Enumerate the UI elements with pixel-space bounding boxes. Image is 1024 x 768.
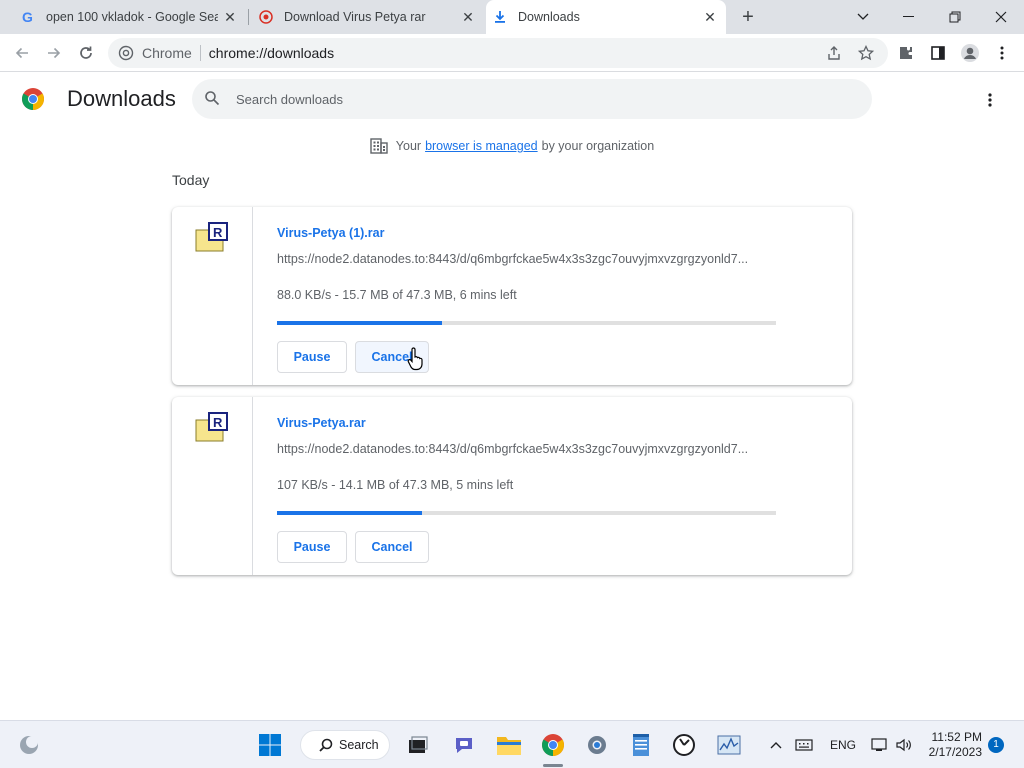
svg-text:R: R — [213, 225, 223, 240]
managed-suffix: by your organization — [541, 139, 655, 153]
building-icon — [370, 138, 388, 154]
omnibox-divider — [199, 45, 201, 61]
tab-strip: G open 100 vkladok - Google Search ✕ Dow… — [0, 0, 1024, 34]
pause-button[interactable]: Pause — [277, 531, 347, 563]
weather-widget-icon[interactable] — [15, 731, 43, 759]
tab-download-virus-petya[interactable]: Download Virus Petya rar ✕ — [252, 0, 484, 34]
page-title: Downloads — [67, 86, 176, 111]
download-progress-fill — [277, 511, 422, 515]
input-language[interactable]: ENG — [830, 738, 856, 752]
rar-file-icon: R — [195, 222, 229, 252]
managed-notice: Your browser is managed by your organiza… — [0, 138, 1024, 154]
download-progress-bar — [277, 511, 776, 515]
restore-button[interactable] — [932, 0, 978, 34]
card-divider — [252, 397, 253, 575]
browser-managed-link[interactable]: browser is managed — [425, 139, 538, 153]
file-explorer-icon[interactable] — [495, 731, 523, 759]
site-favicon-icon — [258, 9, 274, 25]
side-panel-icon[interactable] — [926, 41, 950, 65]
download-item: R Virus-Petya.rar https://node2.datanode… — [172, 397, 852, 575]
system-clock[interactable]: 11:52 PM 2/17/2023 — [920, 730, 982, 760]
search-icon — [204, 90, 220, 111]
rar-file-icon: R — [195, 412, 229, 442]
clock-time: 11:52 PM — [931, 730, 982, 744]
taskbar-search-label: Search — [339, 738, 379, 752]
task-view-icon[interactable] — [404, 731, 432, 759]
google-icon: G — [20, 9, 36, 25]
close-window-button[interactable] — [978, 0, 1024, 34]
tab-title: Download Virus Petya rar — [284, 10, 426, 24]
close-tab-icon[interactable]: ✕ — [702, 9, 718, 25]
chrome-logo-icon — [21, 87, 45, 116]
file-name-link[interactable]: Virus-Petya (1).rar — [277, 226, 384, 240]
cancel-button[interactable]: Cancel — [355, 531, 429, 563]
file-source-url[interactable]: https://node2.datanodes.to:8443/d/q6mbgr… — [277, 442, 777, 456]
back-button[interactable] — [10, 41, 34, 65]
taskbar-search[interactable]: Search — [300, 730, 390, 760]
new-tab-button[interactable]: + — [736, 6, 760, 28]
search-downloads-input[interactable] — [236, 87, 836, 111]
extensions-icon[interactable] — [894, 41, 918, 65]
download-icon — [492, 9, 508, 25]
managed-prefix: Your — [395, 139, 422, 153]
address-bar[interactable]: Chrome chrome://downloads — [108, 38, 888, 68]
download-status: 107 KB/s - 14.1 MB of 47.3 MB, 5 mins le… — [277, 478, 514, 492]
more-actions-icon[interactable] — [978, 88, 1002, 112]
chrome-taskbar-icon[interactable] — [539, 731, 567, 759]
search-downloads-box[interactable] — [192, 79, 872, 119]
chat-icon[interactable] — [450, 731, 478, 759]
download-progress-bar — [277, 321, 776, 325]
active-app-indicator — [543, 764, 563, 767]
clock-date: 2/17/2023 — [928, 745, 982, 759]
minimize-button[interactable] — [886, 0, 932, 34]
download-status: 88.0 KB/s - 15.7 MB of 47.3 MB, 6 mins l… — [277, 288, 517, 302]
hand-pointer-icon — [407, 347, 425, 376]
settings-gear-icon[interactable] — [583, 731, 611, 759]
profile-avatar-icon[interactable] — [958, 41, 982, 65]
share-icon[interactable] — [822, 41, 846, 65]
download-progress-fill — [277, 321, 442, 325]
svg-text:G: G — [22, 9, 33, 25]
tab-google-search[interactable]: G open 100 vkladok - Google Search ✕ — [14, 0, 246, 34]
pause-button[interactable]: Pause — [277, 341, 347, 373]
search-icon — [319, 738, 333, 752]
site-label: Chrome — [142, 45, 192, 61]
windows-start-icon[interactable] — [256, 731, 284, 759]
chrome-menu-icon[interactable] — [990, 41, 1014, 65]
notepad-icon[interactable] — [627, 731, 655, 759]
tab-title: open 100 vkladok - Google Search — [46, 10, 218, 24]
performance-monitor-icon[interactable] — [715, 731, 743, 759]
close-tab-icon[interactable]: ✕ — [222, 9, 238, 25]
tab-downloads[interactable]: Downloads ✕ — [486, 0, 726, 34]
downloads-header: Downloads — [0, 72, 1024, 128]
notification-badge[interactable]: 1 — [988, 737, 1004, 753]
card-divider — [252, 207, 253, 385]
section-today: Today — [172, 172, 210, 188]
file-name-link[interactable]: Virus-Petya.rar — [277, 416, 366, 430]
download-item: R Virus-Petya (1).rar https://node2.data… — [172, 207, 852, 385]
tab-title: Downloads — [518, 10, 580, 24]
chrome-site-icon[interactable] — [118, 45, 134, 61]
svg-text:R: R — [213, 415, 223, 430]
reload-button[interactable] — [74, 41, 98, 65]
keyboard-icon[interactable] — [790, 731, 818, 759]
url-text[interactable]: chrome://downloads — [209, 45, 334, 61]
show-hidden-icons-chevron[interactable] — [762, 731, 790, 759]
bookmark-star-icon[interactable] — [854, 41, 878, 65]
clock-app-icon[interactable] — [670, 731, 698, 759]
tab-search-dropdown-icon[interactable] — [840, 0, 886, 34]
file-source-url[interactable]: https://node2.datanodes.to:8443/d/q6mbgr… — [277, 252, 777, 266]
volume-icon[interactable] — [890, 731, 918, 759]
tab-separator — [248, 9, 249, 25]
browser-toolbar: Chrome chrome://downloads — [0, 34, 1024, 72]
close-tab-icon[interactable]: ✕ — [460, 9, 476, 25]
windows-taskbar: Search ENG 11:52 PM 2/17/2023 1 — [0, 720, 1024, 768]
forward-button[interactable] — [42, 41, 66, 65]
